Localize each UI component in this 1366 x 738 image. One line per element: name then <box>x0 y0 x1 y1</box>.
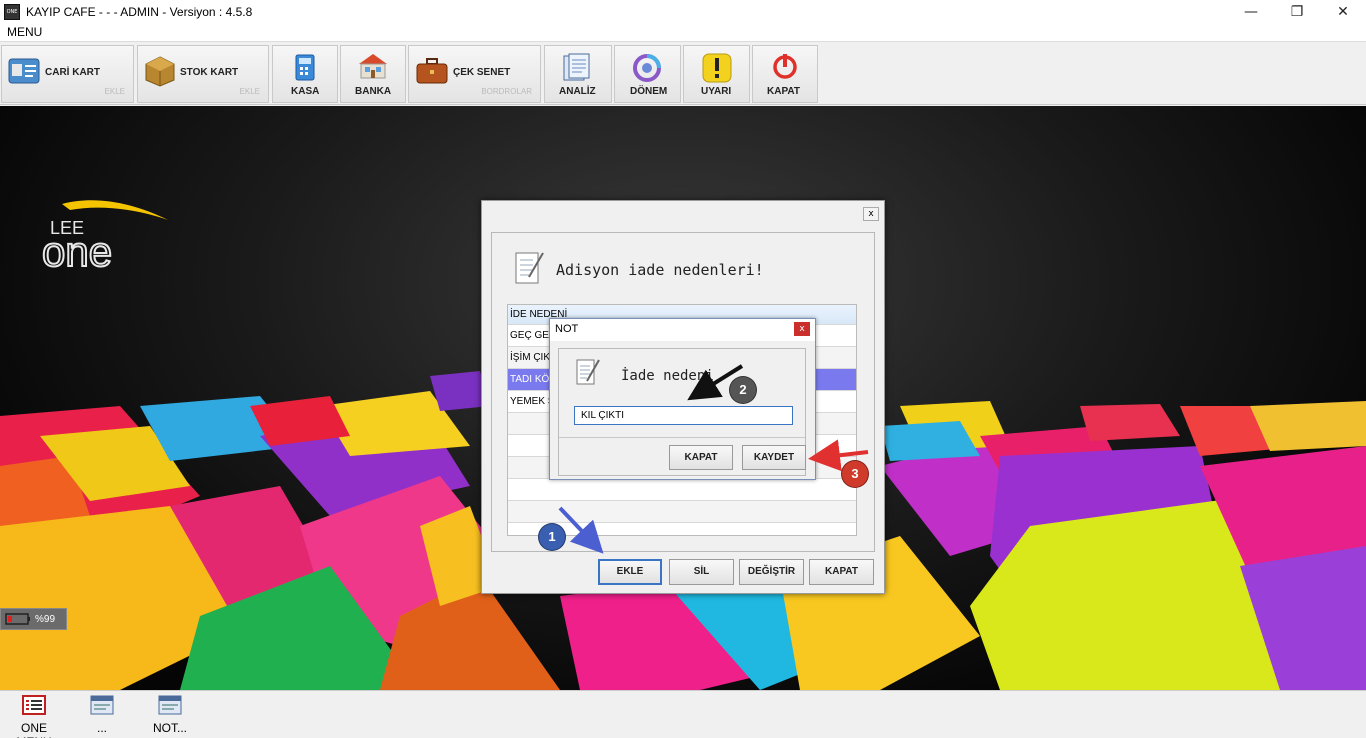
note-pen-icon <box>515 252 544 284</box>
stok-kart-label: STOK KART <box>180 67 239 78</box>
power-icon <box>773 54 797 79</box>
cash-register-icon <box>295 54 315 81</box>
bank-icon <box>359 54 387 79</box>
app-icon: ONE <box>4 4 20 20</box>
taskbar-label: ONE MENU <box>16 721 51 738</box>
step-marker-2: 2 <box>729 376 757 404</box>
note-pen-icon <box>576 359 600 385</box>
menu-item-menu[interactable]: MENU <box>7 25 42 39</box>
close-window-button[interactable]: ✕ <box>1320 0 1366 24</box>
cek-senet-sub: BORDROLAR <box>481 87 532 96</box>
kasa-button[interactable]: KASA <box>272 45 338 103</box>
donem-button[interactable]: DÖNEM <box>614 45 681 103</box>
dialog-title: Adisyon iade nedenleri! <box>556 261 764 279</box>
id-card-icon <box>8 58 40 84</box>
not-dialog-close-button[interactable]: x <box>794 322 810 336</box>
list-item[interactable] <box>508 501 856 523</box>
uyari-label: UYARI <box>701 86 732 97</box>
documents-icon <box>563 53 590 81</box>
battery-indicator: %99 <box>0 608 67 630</box>
kasa-label: KASA <box>291 86 320 97</box>
leeone-logo: LEE one <box>40 196 180 279</box>
maximize-button[interactable]: ❐ <box>1274 0 1320 24</box>
cek-senet-label: ÇEK SENET <box>453 67 511 78</box>
divider <box>559 437 805 438</box>
window-title: KAYIP CAFE - - - ADMIN - Versiyon : 4.5.… <box>26 5 253 19</box>
kaydet-button[interactable]: KAYDET <box>742 445 806 470</box>
window-icon <box>158 695 182 715</box>
uyari-button[interactable]: UYARI <box>683 45 750 103</box>
not-dialog-header: NOT x <box>550 319 815 341</box>
iade-nedeni-input[interactable]: KIL ÇIKTI <box>574 406 793 425</box>
taskbar-item-not[interactable]: NOT... <box>150 695 190 735</box>
battery-icon <box>5 613 30 625</box>
menu-bar: MENU <box>0 24 1366 42</box>
analiz-label: ANALİZ <box>559 86 596 97</box>
menu-list-icon <box>22 695 46 715</box>
battery-percent: %99 <box>35 613 56 625</box>
degistir-button[interactable]: DEĞİŞTİR <box>739 559 804 585</box>
list-item[interactable] <box>508 479 856 501</box>
not-dialog-panel: İade nedeni KIL ÇIKTI KAPAT KAYDET <box>558 348 806 476</box>
banka-button[interactable]: BANKA <box>340 45 406 103</box>
kapat-toolbar-button[interactable]: KAPAT <box>752 45 818 103</box>
stok-kart-sub: EKLE <box>239 87 260 96</box>
taskbar-label: ... <box>96 721 107 735</box>
cek-senet-button[interactable]: ÇEK SENET BORDROLAR <box>408 45 541 103</box>
taskbar: ONE MENU ... NOT... <box>0 690 1366 738</box>
taskbar-item-one-menu[interactable]: ONE MENU <box>2 695 66 738</box>
cari-kart-sub: EKLE <box>104 87 125 96</box>
briefcase-icon <box>416 58 448 84</box>
step-marker-1: 1 <box>538 523 566 551</box>
window-icon <box>90 695 114 715</box>
taskbar-label: NOT... <box>152 721 187 735</box>
box-icon <box>145 56 175 87</box>
stok-kart-button[interactable]: STOK KART EKLE <box>137 45 269 103</box>
donem-label: DÖNEM <box>630 86 668 97</box>
kapat-dialog-button[interactable]: KAPAT <box>809 559 874 585</box>
logo-one-text: one <box>42 228 112 275</box>
warning-icon <box>702 53 732 83</box>
toolbar: CARİ KART EKLE STOK KART EKLE KASA BANKA <box>0 43 1366 105</box>
dialog-close-button[interactable]: x <box>863 207 879 221</box>
sil-button[interactable]: SİL <box>669 559 734 585</box>
taskbar-item-dialog[interactable]: ... <box>86 695 118 735</box>
analiz-button[interactable]: ANALİZ <box>544 45 612 103</box>
not-dialog: NOT x İade nedeni KIL ÇIKTI KAPAT KAYDET <box>549 318 816 480</box>
not-dialog-title: NOT <box>555 323 579 335</box>
cari-kart-label: CARİ KART <box>45 67 100 78</box>
not-kapat-button[interactable]: KAPAT <box>669 445 733 470</box>
minimize-button[interactable]: — <box>1228 0 1274 24</box>
period-circle-icon <box>633 54 661 82</box>
step-marker-3: 3 <box>841 460 869 488</box>
cari-kart-button[interactable]: CARİ KART EKLE <box>1 45 134 103</box>
ekle-button[interactable]: EKLE <box>598 559 662 585</box>
banka-label: BANKA <box>355 86 392 97</box>
kapat-toolbar-label: KAPAT <box>767 86 800 97</box>
iade-nedeni-label: İade nedeni <box>621 368 714 384</box>
title-bar: ONE KAYIP CAFE - - - ADMIN - Versiyon : … <box>0 0 1366 24</box>
